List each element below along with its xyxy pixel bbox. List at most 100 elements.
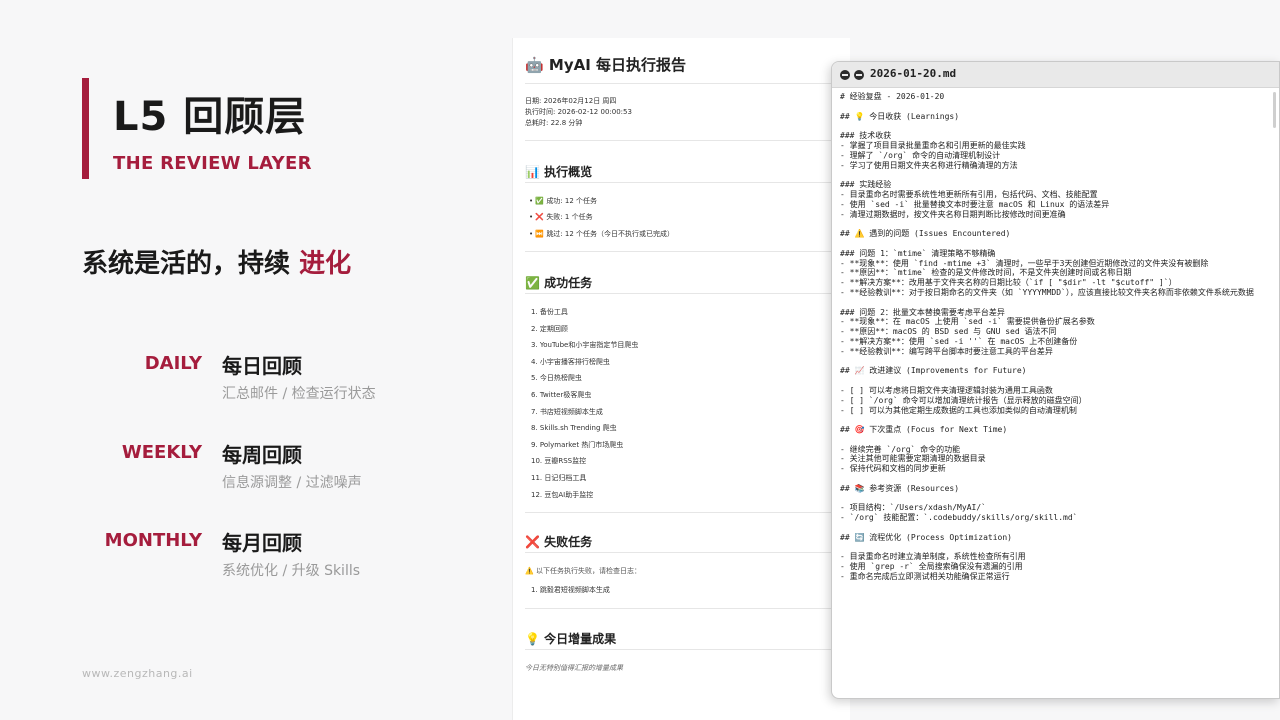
- skip-icon: ⏭️: [535, 230, 545, 238]
- success-task-5: 5. 今日热榜爬虫: [531, 374, 582, 383]
- footer-url: www.zengzhang.ai: [82, 667, 193, 680]
- overview-success-text: 成功: 12 个任务: [546, 197, 598, 205]
- md-line: [840, 102, 1275, 112]
- md-line: - 理解了 `/org` 命令的自动清理机制设计: [840, 150, 1001, 160]
- report-title: 🤖 MyAI 每日执行报告: [525, 54, 686, 75]
- md-line: - 使用 `grep -r` 全局搜索确保没有遗漏的引用: [840, 562, 1023, 572]
- success-heading-text: 成功任务: [544, 276, 593, 290]
- md-line: ## 🔄 流程优化 (Process Optimization): [840, 532, 1013, 542]
- success-task-9: 9. Polymarket 热门市场爬虫: [531, 440, 624, 449]
- robot-icon: 🤖: [525, 56, 544, 74]
- overview-item-success: • ✅ 成功: 12 个任务: [529, 197, 598, 205]
- gains-note: 今日无特别值得汇报的增量成果: [525, 664, 623, 672]
- overview-failed-text: 失败: 1 个任务: [546, 213, 593, 221]
- md-line: - **经验教训**：对于按日期命名的文件夹（如 `YYYYMMDD`），应该直…: [840, 287, 1254, 297]
- md-line: [840, 543, 1275, 553]
- cadence-weekly-key: WEEKLY: [121, 442, 202, 463]
- success-divider: [525, 293, 843, 294]
- md-line: ### 实践经验: [840, 180, 892, 190]
- cadence-weekly-title: 每周回顾: [222, 443, 302, 467]
- markdown-content[interactable]: # 经验复盘 - 2026-01-20 ## 💡 今日收获 (Learnings…: [840, 92, 1275, 592]
- md-line: ## 🎯 下次重点 (Focus for Next Time): [840, 425, 1008, 435]
- success-task-8: 8. Skills.sh Trending 爬虫: [531, 424, 617, 433]
- cadence-daily-desc: 汇总邮件 / 检查运行状态: [222, 386, 376, 402]
- failed-heading: ❌ 失败任务: [525, 533, 592, 550]
- report-meta-date: 日期: 2026年02月12日 周四: [525, 97, 617, 105]
- md-line: [840, 415, 1275, 425]
- success-task-3: 3. YouTube和小宇宙指定节目爬虫: [531, 341, 639, 350]
- md-line: - **现象**：使用 `find -mtime +3` 清理时，一些早于3天创…: [840, 258, 1209, 268]
- md-line: - 掌握了项目目录批量重命名和引用更新的最佳实践: [840, 140, 1026, 150]
- overview-heading: 📊 执行概览: [525, 163, 592, 180]
- cadence-daily-title: 每日回顾: [222, 354, 302, 378]
- meta-divider: [525, 140, 843, 141]
- daily-report-document[interactable]: 🤖 MyAI 每日执行报告 日期: 2026年02月12日 周四 执行时间: 2…: [512, 38, 850, 720]
- lightbulb-icon: 💡: [525, 632, 540, 646]
- slide-title: L5 回顾层: [113, 94, 307, 140]
- md-line: - 关注其他可能需要定期清理的数据目录: [840, 454, 986, 464]
- success-end-divider: [525, 512, 843, 513]
- md-line: [840, 523, 1275, 533]
- window-title: 2026-01-20.md: [870, 67, 957, 80]
- success-task-7: 7. 书店短视频脚本生成: [531, 407, 603, 416]
- md-line: [840, 376, 1275, 386]
- overview-item-skipped: • ⏭️ 跳过: 12 个任务（今日不执行或已完成）: [529, 230, 675, 238]
- md-line: - 保持代码和文档的同步更新: [840, 464, 946, 474]
- overview-end-divider: [525, 251, 843, 252]
- md-line: [840, 239, 1275, 249]
- accent-bar: [82, 78, 89, 179]
- failed-task-1: 1. 跳毅君短视频脚本生成: [531, 586, 610, 594]
- success-task-10: 10. 豆瓣RSS监控: [531, 457, 587, 466]
- overview-skipped-text: 跳过: 12 个任务（今日不执行或已完成）: [546, 230, 675, 238]
- failed-heading-text: 失败任务: [544, 535, 593, 549]
- close-window-icon[interactable]: [840, 70, 850, 80]
- failed-divider: [525, 552, 843, 553]
- success-task-4: 4. 小宇宙播客排行榜爬虫: [531, 357, 610, 366]
- md-line: [840, 474, 1275, 484]
- report-meta-duration: 总耗时: 22.8 分钟: [525, 119, 583, 127]
- failed-note: ⚠️ 以下任务执行失败，请检查日志：: [525, 567, 641, 575]
- cross-icon: ❌: [525, 535, 540, 549]
- md-line: - 继续完善 `/org` 命令的功能: [840, 444, 961, 454]
- md-line: [840, 170, 1275, 180]
- tagline-text: 系统是活的，持续: [82, 249, 300, 279]
- cadence-weekly-desc: 信息源调整 / 过滤噪声: [222, 475, 362, 491]
- md-line: ### 问题 2：批量文本替换需要考虑平台差异: [840, 307, 1005, 317]
- overview-heading-text: 执行概览: [544, 165, 593, 179]
- md-line: ## ⚠️ 遇到的问题 (Issues Encountered): [840, 229, 1011, 239]
- md-line: ## 📈 改进建议 (Improvements for Future): [840, 366, 1027, 376]
- md-line: - 重命名完成后立即测试相关功能确保正常运行: [840, 572, 1010, 582]
- cross-icon: ❌: [535, 213, 545, 221]
- minimize-window-icon[interactable]: [854, 70, 864, 80]
- gains-heading-text: 今日增量成果: [544, 632, 617, 646]
- window-titlebar[interactable]: 2026-01-20.md: [832, 62, 1279, 88]
- md-line: - 目录重命名时需要系统性地更新所有引用，包括代码、文档、技能配置: [840, 189, 1098, 199]
- success-task-1: 1. 备份工具: [531, 308, 568, 316]
- tagline: 系统是活的，持续 进化: [82, 243, 351, 280]
- slide-subtitle: THE REVIEW LAYER: [113, 153, 312, 174]
- bar-chart-icon: 📊: [525, 165, 540, 179]
- scrollbar-thumb[interactable]: [1273, 92, 1276, 128]
- markdown-viewer-window[interactable]: 2026-01-20.md # 经验复盘 - 2026-01-20 ## 💡 今…: [831, 61, 1280, 699]
- report-title-text: MyAI 每日执行报告: [548, 56, 687, 74]
- md-line: - **经验教训**：编写跨平台脚本时要注意工具的平台差异: [840, 346, 1053, 356]
- cadence-monthly-desc: 系统优化 / 升级 Skills: [222, 563, 361, 579]
- success-task-2: 2. 定期回顾: [531, 324, 568, 333]
- md-line: [840, 219, 1275, 229]
- md-line: - 项目结构：`/Users/xdash/MyAI/`: [840, 503, 986, 513]
- check-icon: ✅: [525, 276, 540, 290]
- md-line: - **原因**：macOS 的 BSD sed 与 GNU sed 语法不同: [840, 327, 1057, 337]
- success-heading: ✅ 成功任务: [525, 274, 592, 291]
- cadence-monthly-key: MONTHLY: [104, 530, 202, 551]
- md-line: [840, 435, 1275, 445]
- md-line: - `/org` 技能配置：`.codebuddy/skills/org/ski…: [840, 513, 1078, 523]
- check-icon: ✅: [535, 197, 545, 205]
- md-line: [840, 121, 1275, 131]
- cadence-monthly-title: 每月回顾: [222, 531, 302, 555]
- md-line: - 使用 `sed -i` 批量替换文本时要注意 macOS 和 Linux 的…: [840, 199, 1110, 209]
- md-line: - 目录重命名时建立清单制度，系统性检查所有引用: [840, 552, 1026, 562]
- report-meta-exec-time: 执行时间: 2026-02-12 00:00:53: [525, 108, 632, 116]
- md-line: - **解决方案**：使用 `sed -i ''` 在 macOS 上不创建备份: [840, 336, 1078, 346]
- md-line: [840, 298, 1275, 308]
- gains-heading: 💡 今日增量成果: [525, 630, 616, 647]
